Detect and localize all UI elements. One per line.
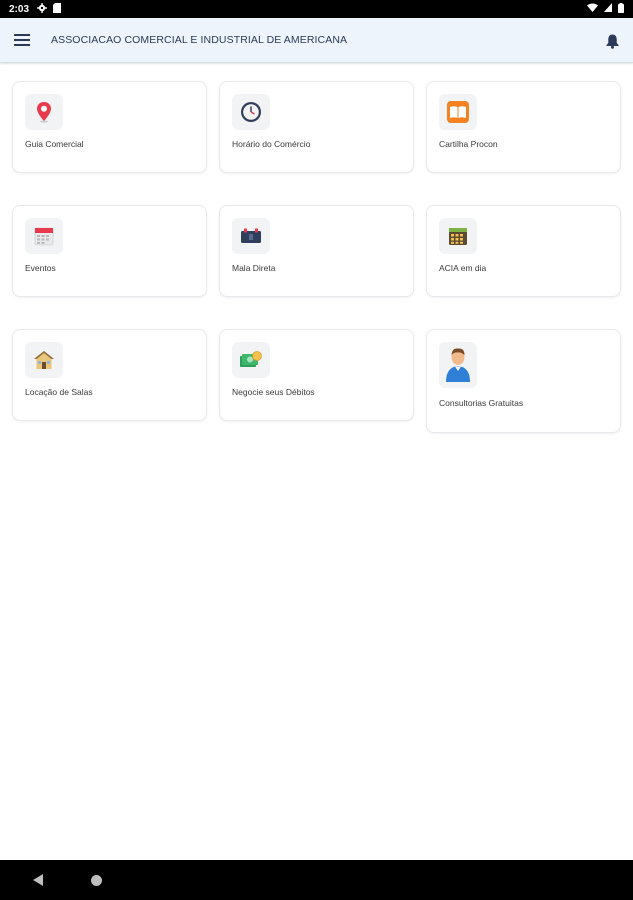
tile-label: Mala Direta <box>232 263 276 273</box>
status-time: 2:03 <box>9 3 30 15</box>
tile-label: Cartilha Procon <box>439 139 498 149</box>
mail-bag-icon <box>241 228 261 243</box>
app-bar: ASSOCIACAO COMERCIAL E INDUSTRIAL DE AME… <box>0 18 633 63</box>
tile-acia-em-dia[interactable]: ACIA em dia <box>426 205 621 297</box>
settings-status-icon <box>37 2 48 16</box>
tile-cartilha-procon[interactable]: Cartilha Procon <box>426 81 621 173</box>
tile-label: Horário do Comércio <box>232 139 311 149</box>
money-icon <box>240 351 262 367</box>
tile-label: Locação de Salas <box>25 387 93 397</box>
map-pin-icon <box>37 102 51 123</box>
status-bar: 2:03 <box>0 0 633 18</box>
tile-mala-direta[interactable]: Mala Direta <box>219 205 414 297</box>
battery-icon <box>618 2 624 16</box>
system-nav-bar <box>0 860 633 900</box>
book-icon <box>447 101 469 123</box>
sd-card-icon <box>53 2 62 16</box>
person-icon <box>446 348 470 382</box>
signal-icon <box>604 3 612 15</box>
calendar-icon <box>34 227 54 246</box>
tile-negocie-debitos[interactable]: Negocie seus Débitos <box>219 329 414 421</box>
calendar-grid-icon <box>449 228 467 245</box>
page-title: ASSOCIACAO COMERCIAL E INDUSTRIAL DE AME… <box>51 34 348 46</box>
tile-eventos[interactable]: Eventos <box>12 205 207 297</box>
tile-guia-comercial[interactable]: Guia Comercial <box>12 81 207 173</box>
tile-locacao-salas[interactable]: Locação de Salas <box>12 329 207 421</box>
tile-label: Negocie seus Débitos <box>232 387 315 397</box>
tile-consultorias-gratuitas[interactable]: Consultorias Gratuitas <box>426 329 621 433</box>
tile-label: Consultorias Gratuitas <box>439 398 524 408</box>
tile-label: Eventos <box>25 263 56 273</box>
tile-label: Guia Comercial <box>25 139 84 149</box>
hamburger-icon <box>14 34 30 46</box>
bell-icon <box>606 34 618 49</box>
notifications-button[interactable] <box>599 28 625 54</box>
menu-button[interactable] <box>2 18 42 63</box>
tile-label: ACIA em dia <box>439 263 487 273</box>
home-icon[interactable] <box>91 875 102 886</box>
tile-horario-comercio[interactable]: Horário do Comércio <box>219 81 414 173</box>
house-icon <box>34 351 54 369</box>
wifi-icon <box>587 3 598 15</box>
back-icon[interactable] <box>33 874 43 886</box>
clock-icon <box>241 102 261 122</box>
